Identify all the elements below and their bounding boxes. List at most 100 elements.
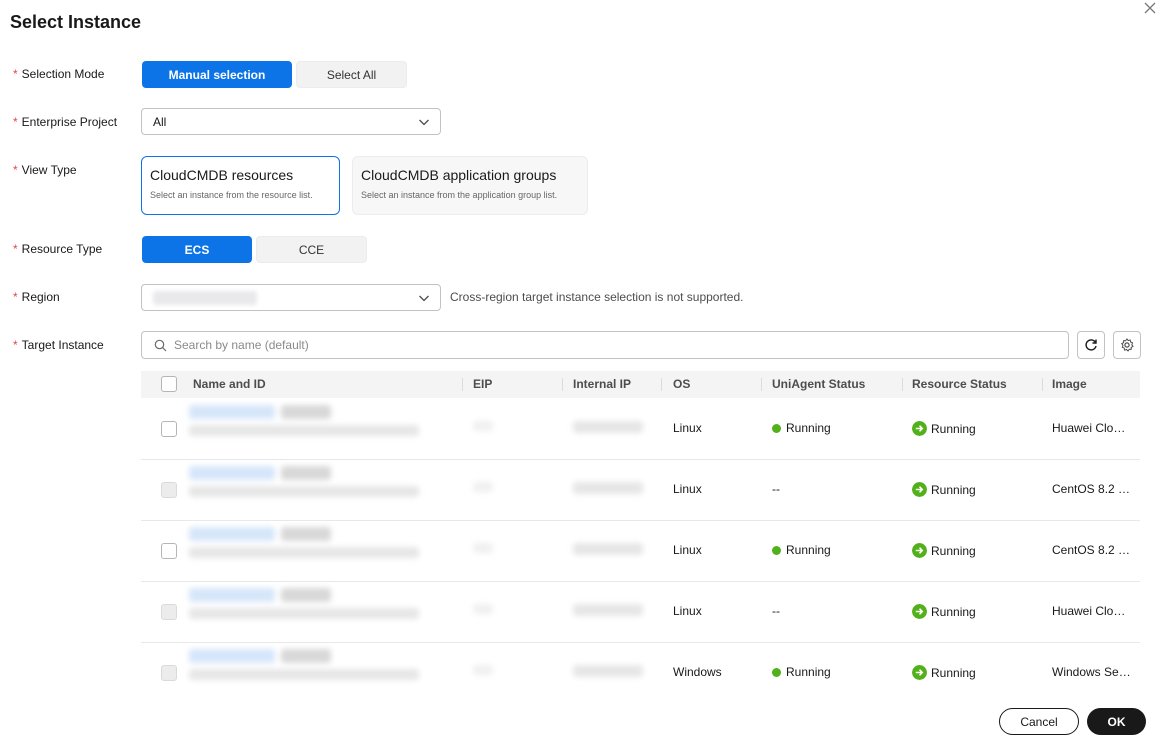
refresh-icon [1085,339,1097,351]
instance-id-redacted [189,669,419,680]
region-select[interactable] [141,284,441,311]
uniagent-status-cell: Running [772,543,831,557]
instance-name-redacted[interactable] [189,588,275,602]
column-name-and-id: Name and ID [193,377,266,391]
image-cell: Huawei Clo… [1052,604,1126,618]
arrow-right-circle-icon [912,604,927,619]
uniagent-status-cell: -- [772,604,780,618]
row-checkbox [161,604,177,620]
instance-id-redacted [189,486,419,497]
resource-type-label: * Resource Type [13,242,103,256]
instance-name-redacted[interactable] [189,405,275,419]
image-cell: Windows Se… [1052,665,1131,679]
internal-ip-redacted [573,482,643,494]
instance-table: Name and ID EIP Internal IP OS UniAgent … [141,371,1140,703]
row-checkbox[interactable] [161,421,177,437]
instance-name-redacted[interactable] [189,649,275,663]
selection-mode-label: * Selection Mode [13,67,105,81]
table-row[interactable]: Linux -- Running Huawei Clo… [141,582,1140,643]
instance-name-suffix-redacted [281,405,331,419]
enterprise-project-value: All [153,114,167,129]
column-internal-ip: Internal IP [573,377,632,391]
eip-redacted [473,543,493,553]
cancel-button[interactable]: Cancel [999,708,1079,735]
region-hint: Cross-region target instance selection i… [450,290,744,304]
resource-status-cell: Running [912,543,976,558]
view-type-groups-title: CloudCMDB application groups [361,167,557,183]
arrow-right-circle-icon [912,543,927,558]
target-instance-label: * Target Instance [13,338,104,352]
eip-redacted [473,482,493,492]
instance-name-suffix-redacted [281,466,331,480]
table-header: Name and ID EIP Internal IP OS UniAgent … [141,371,1140,398]
instance-id-redacted [189,608,419,619]
select-all-button[interactable]: Select All [296,61,407,88]
view-type-resources-card[interactable]: CloudCMDB resources Select an instance f… [141,156,340,215]
table-row[interactable]: Linux Running Running CentOS 8.2 … [141,521,1140,582]
os-cell: Linux [673,482,702,496]
column-os: OS [673,377,691,391]
instance-name-suffix-redacted [281,527,331,541]
image-cell: Huawei Clo… [1052,421,1126,435]
resource-status-cell: Running [912,665,976,680]
uniagent-status-cell: Running [772,421,831,435]
resource-type-ecs-button[interactable]: ECS [142,236,252,263]
internal-ip-redacted [573,543,643,555]
view-type-resources-title: CloudCMDB resources [150,167,294,183]
search-icon [154,339,167,352]
row-checkbox[interactable] [161,543,177,559]
region-label: * Region [13,290,60,304]
arrow-right-circle-icon [912,421,927,436]
arrow-right-circle-icon [912,482,927,497]
instance-name-redacted[interactable] [189,466,275,480]
select-all-checkbox[interactable] [161,376,177,392]
settings-button[interactable] [1113,331,1141,359]
eip-redacted [473,665,493,675]
row-checkbox [161,482,177,498]
close-icon[interactable] [1142,0,1158,16]
os-cell: Windows [673,665,722,679]
os-cell: Linux [673,604,702,618]
resource-status-cell: Running [912,604,976,619]
column-eip: EIP [473,377,493,391]
chevron-down-icon [419,295,429,302]
eip-redacted [473,421,493,431]
table-row[interactable]: Linux Running Running Huawei Clo… [141,399,1140,460]
status-dot-icon [772,668,781,677]
column-resource-status: Resource Status [912,377,1007,391]
instance-id-redacted [189,547,419,558]
eip-redacted [473,604,493,614]
image-cell: CentOS 8.2 … [1052,482,1131,496]
view-type-groups-card[interactable]: CloudCMDB application groups Select an i… [352,156,588,215]
region-value-redacted [153,290,257,305]
enterprise-project-label: * Enterprise Project [13,115,118,129]
table-row[interactable]: Windows Running Running Windows Se… [141,643,1140,703]
internal-ip-redacted [573,604,643,616]
column-uniagent-status: UniAgent Status [772,377,866,391]
view-type-label: * View Type [13,163,77,177]
enterprise-project-select[interactable]: All [141,108,441,135]
search-box[interactable] [141,331,1069,359]
os-cell: Linux [673,543,702,557]
resource-status-cell: Running [912,482,976,497]
gear-icon [1120,338,1134,352]
search-input[interactable] [174,338,1068,352]
instance-id-redacted [189,425,419,436]
os-cell: Linux [673,421,702,435]
internal-ip-redacted [573,665,643,677]
view-type-resources-desc: Select an instance from the resource lis… [150,190,313,200]
status-dot-icon [772,546,781,555]
ok-button[interactable]: OK [1087,708,1146,735]
internal-ip-redacted [573,421,643,433]
view-type-groups-desc: Select an instance from the application … [361,190,558,200]
image-cell: CentOS 8.2 … [1052,543,1131,557]
instance-name-suffix-redacted [281,588,331,602]
manual-selection-button[interactable]: Manual selection [142,61,292,88]
resource-type-cce-button[interactable]: CCE [256,236,367,263]
instance-name-redacted[interactable] [189,527,275,541]
instance-name-suffix-redacted [281,649,331,663]
table-row[interactable]: Linux -- Running CentOS 8.2 … [141,460,1140,521]
refresh-button[interactable] [1077,331,1105,359]
arrow-right-circle-icon [912,665,927,680]
chevron-down-icon [419,119,429,126]
